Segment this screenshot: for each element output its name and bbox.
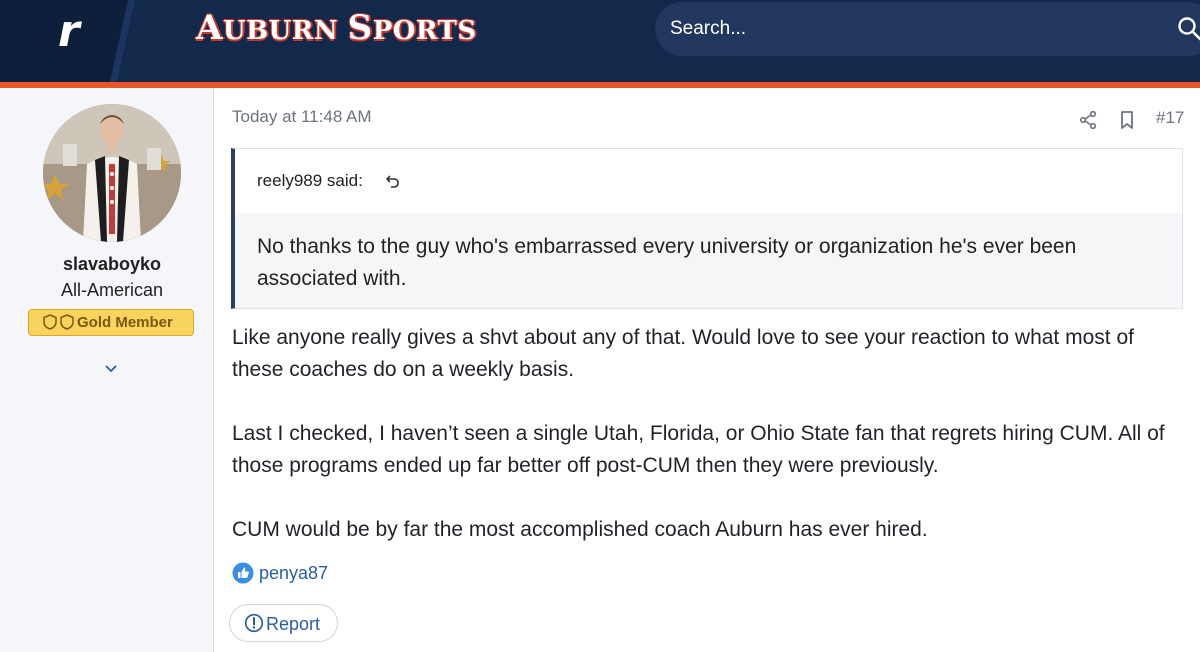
shield-icon bbox=[43, 314, 57, 330]
post-number-link[interactable]: #17 bbox=[1156, 108, 1184, 128]
user-info-column: slavaboyko All-American Gold Member bbox=[0, 88, 214, 652]
site-title-part: PORTS bbox=[372, 16, 477, 46]
reaction-user[interactable]: penya87 bbox=[259, 563, 328, 584]
site-title-part: A bbox=[196, 8, 223, 48]
bookmark-icon[interactable] bbox=[1118, 110, 1136, 130]
username[interactable]: slavaboyko bbox=[0, 254, 224, 275]
quote-text: No thanks to the guy who's embarrassed e… bbox=[257, 235, 1077, 290]
quote-author[interactable]: reely989 said: bbox=[257, 171, 363, 191]
message-paragraph: CUM would be by far the most accomplishe… bbox=[232, 518, 928, 541]
share-icon[interactable] bbox=[1078, 110, 1098, 130]
badge-label: Gold Member bbox=[77, 314, 173, 331]
quote-header: reely989 said: bbox=[235, 149, 1182, 213]
shield-icon bbox=[60, 314, 74, 330]
alert-circle-icon bbox=[244, 613, 264, 633]
message-paragraph: Like anyone really gives a shvt about an… bbox=[232, 326, 1134, 381]
avatar[interactable] bbox=[43, 104, 181, 242]
post-message: Like anyone really gives a shvt about an… bbox=[232, 322, 1182, 578]
avatar-image bbox=[43, 104, 181, 242]
search-bar[interactable]: Search... bbox=[655, 2, 1200, 56]
site-title[interactable]: AUBURN SPORTS bbox=[196, 6, 477, 50]
message-paragraph: Last I checked, I haven’t seen a single … bbox=[232, 422, 1165, 477]
like-icon bbox=[232, 562, 254, 584]
quote-block: reely989 said: No thanks to the guy who'… bbox=[231, 148, 1183, 309]
quote-body: No thanks to the guy who's embarrassed e… bbox=[235, 213, 1182, 308]
site-logo[interactable]: r bbox=[58, 2, 80, 62]
site-title-part: UBURN bbox=[222, 16, 348, 46]
go-to-quote-icon[interactable] bbox=[385, 173, 401, 189]
user-title: All-American bbox=[60, 280, 164, 300]
site-header: r AUBURN SPORTS Search... bbox=[0, 0, 1200, 82]
post-date[interactable]: Today at 11:48 AM bbox=[232, 107, 372, 127]
report-button[interactable]: Report bbox=[229, 604, 338, 642]
site-title-part: S bbox=[347, 8, 373, 48]
search-icon[interactable] bbox=[1177, 16, 1200, 42]
search-input[interactable]: Search... bbox=[670, 2, 746, 56]
report-label: Report bbox=[266, 614, 321, 634]
gold-member-badge: Gold Member bbox=[28, 309, 194, 336]
chevron-down-icon[interactable] bbox=[104, 364, 118, 374]
